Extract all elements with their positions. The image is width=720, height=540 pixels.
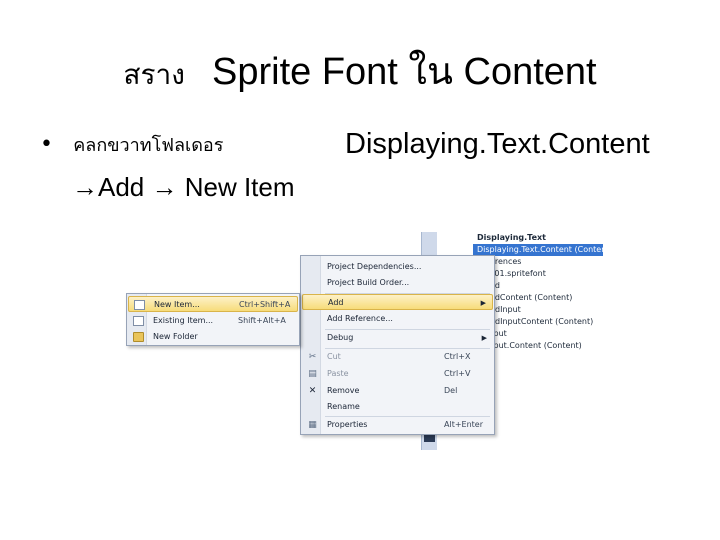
menu-item-label: Add (328, 298, 344, 307)
sub-new-item-text: New Item (177, 172, 295, 202)
new-item-icon (134, 300, 145, 310)
menu-item-shortcut: Shift+Alt+A (238, 316, 286, 325)
explorer-item-project[interactable]: Displaying.Text (437, 232, 603, 244)
menu-item-project-dependencies[interactable]: Project Dependencies... (302, 259, 493, 275)
menu-item-label: Add Reference... (327, 314, 393, 323)
context-menu: Project Dependencies... Project Build Or… (300, 255, 495, 435)
menu-item-paste[interactable]: ▤ Paste Ctrl+V (302, 366, 493, 382)
arrow-right-icon: → (72, 172, 98, 202)
submenu-item-existing-item[interactable]: Existing Item... Shift+Alt+A (128, 313, 298, 329)
add-submenu: New Item... Ctrl+Shift+A Existing Item..… (126, 293, 300, 346)
menu-item-shortcut: Ctrl+V (444, 369, 471, 378)
menu-item-rename[interactable]: Rename (302, 399, 493, 415)
menu-item-label: Cut (327, 352, 341, 361)
sub-instruction: →Add → New Item (72, 172, 295, 203)
submenu-item-new-item[interactable]: New Item... Ctrl+Shift+A (128, 296, 298, 312)
title-main-text: Sprite Font ใน Content (212, 51, 597, 93)
sub-add-text: Add (98, 172, 152, 202)
bullet-thai-text: คลกขวาทโฟลเดอร (73, 135, 224, 156)
menu-item-shortcut: Ctrl+X (444, 352, 471, 361)
menu-item-label: Paste (327, 369, 349, 378)
existing-item-icon (133, 316, 144, 326)
properties-icon: ▦ (308, 420, 317, 430)
menu-item-shortcut: Ctrl+Shift+A (239, 300, 291, 309)
menu-item-add-reference[interactable]: Add Reference... (302, 311, 493, 327)
menu-item-add[interactable]: Add ▶ (302, 294, 493, 310)
scissors-icon: ✂ (308, 352, 317, 362)
menu-item-label: New Item... (154, 300, 200, 309)
arrow-right-icon: → (151, 172, 178, 202)
menu-item-properties[interactable]: ▦ Properties Alt+Enter (302, 417, 493, 433)
paste-icon: ▤ (308, 369, 317, 379)
menu-item-shortcut: Del (444, 386, 458, 395)
menu-item-remove[interactable]: ✕ Remove Del (302, 383, 493, 399)
menu-item-label: Debug (327, 333, 354, 342)
menu-item-label: Rename (327, 402, 360, 411)
submenu-arrow-icon: ▶ (481, 334, 487, 342)
menu-item-label: New Folder (153, 332, 198, 341)
menu-item-label: Remove (327, 386, 360, 395)
menu-item-shortcut: Alt+Enter (444, 420, 484, 429)
menu-item-label: Project Dependencies... (327, 262, 422, 271)
menu-item-label: Properties (327, 420, 368, 429)
bullet-project-name: Displaying.Text.Content (345, 128, 650, 160)
bullet-dot-icon: • (40, 132, 53, 157)
submenu-item-new-folder[interactable]: New Folder (128, 329, 298, 345)
menu-item-debug[interactable]: Debug ▶ (302, 330, 493, 346)
remove-x-icon: ✕ (308, 386, 317, 396)
menu-item-cut[interactable]: ✂ Cut Ctrl+X (302, 349, 493, 365)
title-thai-text: สราง (123, 58, 185, 91)
slide-title: สราง Sprite Font ใน Content (0, 40, 720, 101)
menu-item-project-build-order[interactable]: Project Build Order... (302, 275, 493, 291)
folder-icon (133, 332, 144, 342)
submenu-arrow-icon: ▶ (480, 299, 486, 307)
menu-item-label: Project Build Order... (327, 278, 410, 287)
menu-item-label: Existing Item... (153, 316, 214, 325)
bullet-line: • คลกขวาทโฟลเดอร Displaying.Text.Content (40, 128, 650, 160)
